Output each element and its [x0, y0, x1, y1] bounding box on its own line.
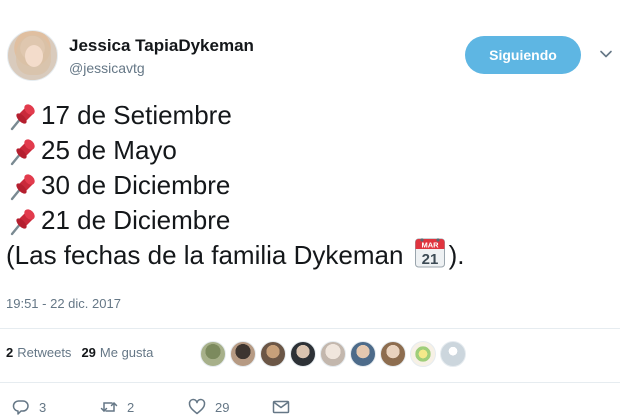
divider [0, 382, 620, 383]
heart-icon [188, 398, 206, 415]
like-count: 29 [215, 399, 230, 415]
date-text: 21 de Diciembre [41, 205, 231, 235]
retweet-icon [100, 402, 118, 412]
reply-icon [12, 400, 29, 415]
calendar-month: MAR [421, 240, 439, 249]
timestamp[interactable]: 19:51 - 22 dic. 2017 [6, 296, 121, 311]
date-text: 25 de Mayo [41, 135, 177, 165]
closing-text-end: ). [448, 240, 465, 270]
direct-message-button[interactable] [272, 398, 299, 416]
likes-stat[interactable]: 29 Me gusta [81, 345, 153, 360]
tweet-actions: 3 2 29 [0, 392, 620, 420]
liker-avatar[interactable] [230, 341, 256, 367]
date-text: 17 de Setiembre [41, 100, 232, 130]
liker-avatar[interactable] [200, 341, 226, 367]
calendar-icon: MAR 21 [414, 237, 445, 268]
divider [0, 328, 620, 329]
reply-button[interactable]: 3 [12, 398, 46, 416]
liker-avatar[interactable] [440, 341, 466, 367]
following-button[interactable]: Siguiendo [465, 36, 581, 74]
retweets-count: 2 [6, 345, 14, 360]
date-line-2: 25 de Mayo [6, 133, 606, 168]
likes-label: Me gusta [99, 345, 154, 360]
date-text: 30 de Diciembre [41, 170, 231, 200]
date-line-4: 21 de Diciembre [6, 203, 606, 238]
avatar[interactable] [7, 30, 58, 81]
liker-avatar[interactable] [350, 341, 376, 367]
tweet-text: 17 de Setiembre 25 de Mayo 30 de Diciemb… [6, 98, 606, 273]
retweet-count: 2 [127, 399, 135, 415]
liker-avatar[interactable] [320, 341, 346, 367]
liker-avatar[interactable] [380, 341, 406, 367]
envelope-icon [272, 400, 290, 414]
liker-avatar[interactable] [260, 341, 286, 367]
liker-avatars [200, 341, 466, 367]
closing-line: (Las fechas de la familia Dykeman MAR 21… [6, 237, 606, 273]
tweet-header: Jessica TapiaDykeman @jessicavtg Siguien… [0, 0, 620, 90]
pushpin-icon [10, 173, 35, 200]
user-handle[interactable]: @jessicavtg [69, 60, 145, 76]
chevron-down-icon[interactable] [598, 46, 614, 62]
likes-count: 29 [81, 345, 96, 360]
pushpin-icon [10, 103, 35, 130]
avatar-face [25, 45, 43, 67]
retweets-stat[interactable]: 2 Retweets [6, 345, 71, 360]
display-name[interactable]: Jessica TapiaDykeman [69, 36, 254, 56]
reply-count: 3 [39, 399, 47, 415]
closing-text: (Las fechas de la familia Dykeman [6, 240, 411, 270]
date-line-3: 30 de Diciembre [6, 168, 606, 203]
like-button[interactable]: 29 [188, 398, 229, 416]
liker-avatar[interactable] [410, 341, 436, 367]
pushpin-icon [10, 208, 35, 235]
tweet-stats: 2 Retweets 29 Me gusta [6, 345, 153, 360]
calendar-day: 21 [421, 251, 438, 268]
retweet-button[interactable]: 2 [100, 398, 134, 416]
retweets-label: Retweets [17, 345, 72, 360]
liker-avatar[interactable] [290, 341, 316, 367]
date-line-1: 17 de Setiembre [6, 98, 606, 133]
pushpin-icon [10, 138, 35, 165]
